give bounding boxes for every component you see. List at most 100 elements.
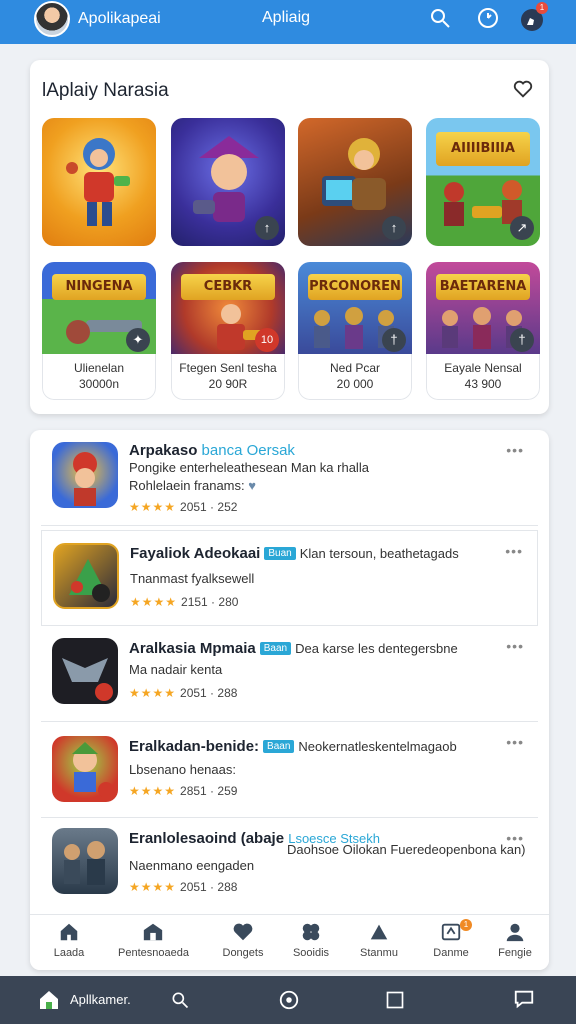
game-icon	[52, 736, 118, 802]
tile-banner: NINGENA	[52, 274, 146, 300]
search-icon[interactable]	[428, 6, 452, 30]
more-options-icon[interactable]: •••	[506, 734, 524, 750]
tile-name: Ned Pcar	[329, 361, 381, 375]
list-item-meta: ★★★★ 2051 · 288	[129, 686, 238, 700]
list-item[interactable]: Aralkasia Mpmaia Baan Dea karse les denteg…	[41, 626, 538, 722]
tile-banner: CEBKR	[181, 274, 275, 300]
tile-badge[interactable]: ✦	[126, 328, 150, 352]
tile-name: Eayale Nensal	[444, 361, 522, 375]
game-icon	[52, 828, 118, 894]
home-icon[interactable]	[36, 988, 62, 1012]
tile-badge[interactable]: ↗	[510, 216, 534, 240]
list-item[interactable]: Fayaliok Adeokaai Buan Klan tersoun, beath…	[41, 530, 538, 626]
more-options-icon[interactable]: •••	[506, 830, 524, 846]
tab-label: Fengie	[498, 947, 532, 959]
game-tile[interactable]: AIIIIBIIIA ↗	[426, 118, 540, 246]
hero-character-icon	[66, 138, 130, 226]
games-list-card: Arpakaso banca Oersak Pongike enterhelea…	[30, 430, 549, 970]
list-item-description: Tnanmast fyalksewell	[130, 571, 255, 586]
list-item-meta: ★★★★ 2051 · 288	[129, 880, 238, 894]
tile-price: 43 900	[464, 377, 502, 391]
game-tile[interactable]	[42, 118, 156, 246]
clock-icon[interactable]	[476, 6, 500, 30]
tab-label: Stanmu	[360, 947, 398, 959]
list-item-title: Arpakaso banca Oersak	[129, 442, 295, 459]
tile-label: Eayale Nensal 43 900	[426, 354, 540, 400]
more-options-icon[interactable]: •••	[506, 442, 524, 458]
bottom-tab-bar: Laada Pentesnoaeda Dongets Sooidis Stanm…	[30, 914, 549, 970]
list-item-meta: ★★★★ 2851 · 259	[129, 784, 238, 798]
shapes-icon	[370, 924, 388, 940]
notification-badge: 1	[536, 2, 548, 14]
nav-app-label: Apllkamer.	[70, 992, 131, 1007]
favorite-heart-icon[interactable]	[512, 78, 534, 100]
tile-price: 30000n	[78, 377, 120, 391]
profile-icon	[506, 923, 524, 942]
search-icon[interactable]	[170, 990, 190, 1010]
chat-icon[interactable]	[512, 988, 536, 1010]
rating-stars: ★★★★	[129, 880, 177, 894]
tag-badge: Baan	[263, 740, 295, 753]
app-name: Apolikapeai	[78, 10, 161, 27]
circle-home-icon[interactable]	[278, 989, 300, 1011]
gamepad-icon	[302, 923, 320, 941]
game-tile[interactable]: CEBKR 10 Ftegen Senl tesha 20 90R	[171, 262, 285, 400]
system-nav-bar: Apllkamer.	[0, 976, 576, 1024]
tab-profile[interactable]: Fengie	[480, 921, 549, 959]
game-icon	[52, 442, 118, 508]
list-item[interactable]: Arpakaso banca Oersak Pongike enterhelea…	[41, 430, 538, 526]
game-tile[interactable]: NINGENA ✦ Ulienelan 30000n	[42, 262, 156, 400]
top-app-bar: Apolikapeai Apliaig 1	[0, 0, 576, 44]
heart-icon	[233, 923, 253, 941]
list-item-extra: Daohsoe Oilokan Fueredeopenbona kan)	[287, 842, 526, 857]
tab-home[interactable]: Laada	[34, 921, 104, 959]
download-icon	[441, 923, 461, 941]
tile-banner: AIIIIBIIIA	[436, 132, 530, 166]
list-item-description: Ma nadair kenta	[129, 662, 223, 677]
game-tile[interactable]: PRCONOREN † Ned Pcar 20 000	[298, 262, 412, 400]
list-item-description: Pongike enterheleathesean Man ka rhalla	[129, 460, 369, 475]
list-item-description: Naenmano eengaden	[129, 858, 255, 873]
tab-label: Pentesnoaeda	[118, 947, 189, 959]
more-options-icon[interactable]: •••	[505, 543, 523, 559]
list-item-subtitle: Rohlelaein franams: ♥	[129, 478, 256, 493]
tab-label: Danme	[433, 947, 469, 959]
rating-stars: ★★★★	[129, 500, 177, 514]
list-item[interactable]: Eralkadan-benide: Baan Neokernatleskentelm…	[41, 722, 538, 818]
list-item-title: Fayaliok Adeokaai Buan Klan tersoun, beath…	[130, 545, 459, 562]
featured-title: lAplaiy Narasia	[42, 80, 169, 101]
tile-price: 20 90R	[208, 377, 248, 391]
rating-stars: ★★★★	[129, 784, 177, 798]
store-icon	[143, 923, 163, 941]
tab-label: Laada	[53, 947, 85, 959]
game-tile[interactable]: ↑	[171, 118, 285, 246]
home-icon	[60, 923, 78, 941]
tile-name: Ftegen Senl tesha	[179, 361, 277, 375]
tag-badge: Buan	[264, 547, 296, 560]
tab-downloads[interactable]: Danme 1	[416, 919, 486, 959]
list-item[interactable]: Eranlolesaoind (abaje Lsoesce Stsekh Dao…	[41, 818, 538, 914]
tile-badge[interactable]: †	[382, 328, 406, 352]
more-options-icon[interactable]: •••	[506, 638, 524, 654]
tab-shapes[interactable]: Stanmu	[344, 921, 414, 959]
tile-badge[interactable]: ↑	[382, 216, 406, 240]
tile-label: Ulienelan 30000n	[42, 354, 156, 400]
game-icon	[53, 543, 119, 609]
featured-games-card: lAplaiy Narasia ↑ ↑ AIIIIBIIIA ↗ NINGENA…	[30, 60, 549, 414]
tile-banner: BAETARENA	[436, 274, 530, 300]
avatar[interactable]	[34, 1, 70, 37]
tab-games[interactable]: Sooidis	[276, 921, 346, 959]
tab-label: Dongets	[222, 947, 264, 959]
square-recents-icon[interactable]	[385, 990, 405, 1010]
list-item-meta: ★★★★ 2151 · 280	[130, 595, 239, 609]
game-tile[interactable]: ↑	[298, 118, 412, 246]
tile-badge[interactable]: ↑	[255, 216, 279, 240]
rating-stars: ★★★★	[129, 686, 177, 700]
rating-stars: ★★★★	[130, 595, 178, 609]
tab-favorites[interactable]: Dongets	[208, 921, 278, 959]
game-tile[interactable]: BAETARENA † Eayale Nensal 43 900	[426, 262, 540, 400]
tile-banner: PRCONOREN	[308, 274, 402, 300]
tab-store[interactable]: Pentesnoaeda	[118, 921, 189, 959]
tile-badge[interactable]: †	[510, 328, 534, 352]
tile-badge[interactable]: 10	[255, 328, 279, 352]
